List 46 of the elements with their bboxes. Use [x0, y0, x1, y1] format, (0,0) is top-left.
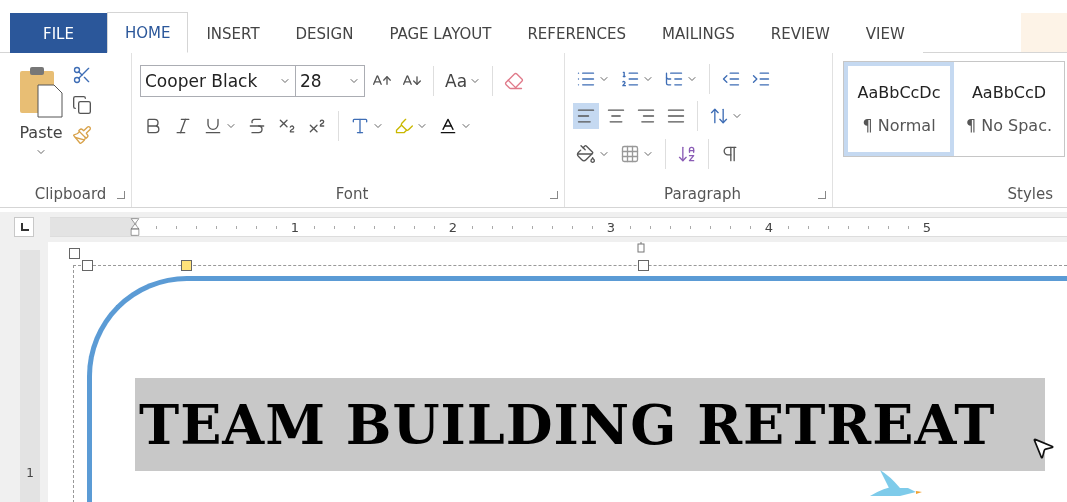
sort-icon [677, 144, 697, 164]
resize-handle[interactable] [638, 260, 649, 271]
eraser-icon [504, 71, 525, 91]
heading-text: TEAM BUILDING RETREAT [135, 378, 1045, 471]
paintbrush-icon [72, 125, 92, 145]
copy-icon [72, 95, 92, 115]
tab-selector[interactable] [14, 217, 34, 237]
strikethrough-icon [247, 116, 267, 136]
style-name: ¶ Normal [862, 116, 936, 135]
grid-icon [620, 144, 640, 164]
paint-bucket-icon [576, 144, 596, 164]
adjust-handle[interactable] [181, 260, 192, 271]
align-button[interactable] [573, 103, 599, 129]
scissors-icon [72, 65, 92, 85]
ruler-number: 1 [26, 466, 34, 480]
style-item[interactable]: AaBbCcDc ¶ Normal [844, 62, 954, 156]
underline-icon [203, 116, 223, 136]
dialog-launcher-icon[interactable] [550, 191, 558, 199]
font-name-field[interactable]: Cooper Black [140, 65, 296, 97]
font-size-field[interactable]: 28 [295, 65, 365, 97]
font-color-icon [438, 116, 458, 136]
paste-button[interactable]: Paste [10, 61, 72, 181]
indent-marker[interactable] [130, 218, 140, 236]
ribbon-tab[interactable]: HOME [106, 12, 189, 53]
style-preview: AaBbCcDc [857, 83, 941, 102]
file-tab[interactable]: FILE [10, 13, 107, 53]
group-label: Paragraph [664, 185, 741, 203]
resize-handle[interactable] [82, 260, 93, 271]
style-preview: AaBbCcD [971, 83, 1047, 102]
left-tab-icon [19, 222, 29, 232]
resize-handle[interactable] [69, 248, 80, 259]
group-label: Clipboard [34, 185, 107, 203]
group-label: Font [335, 185, 369, 203]
dialog-launcher-icon[interactable] [818, 191, 826, 199]
highlighter-icon [394, 116, 414, 136]
style-name: ¶ No Spac. [965, 116, 1053, 135]
group-label: Styles [1007, 185, 1053, 203]
numbered-list-icon [620, 69, 640, 89]
clipboard-icon [18, 65, 64, 119]
dialog-launcher-icon[interactable] [117, 191, 125, 199]
text-effects-icon [350, 116, 370, 136]
style-item[interactable]: AaBbCcD ¶ No Spac. [954, 62, 1064, 156]
line-spacing-icon [709, 106, 729, 126]
tab-area-highlight [1021, 13, 1067, 52]
subscript-icon [277, 116, 297, 136]
change-case-button[interactable]: Aa [442, 68, 485, 94]
